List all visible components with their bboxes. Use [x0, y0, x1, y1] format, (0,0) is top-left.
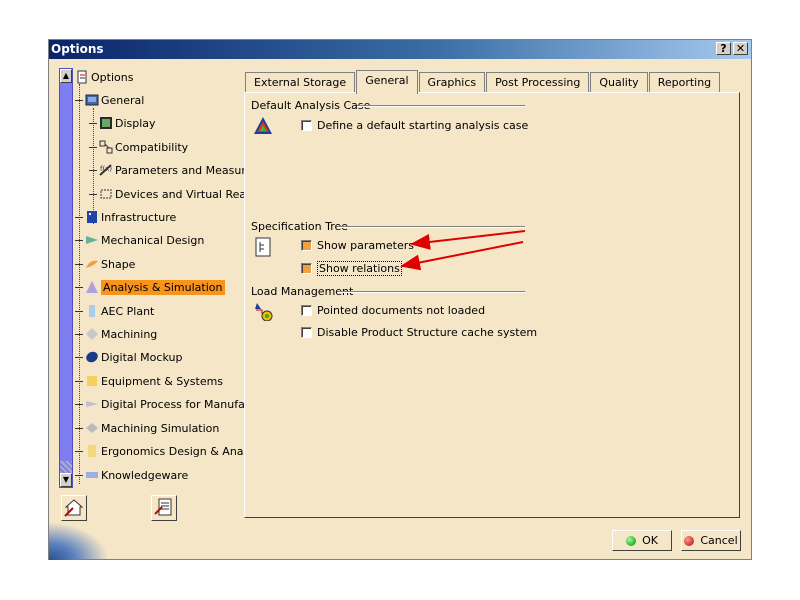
arrow-to-show-relations: [400, 241, 524, 271]
arrow-to-show-parameters: [410, 230, 526, 250]
tab-general[interactable]: General: [356, 70, 418, 94]
